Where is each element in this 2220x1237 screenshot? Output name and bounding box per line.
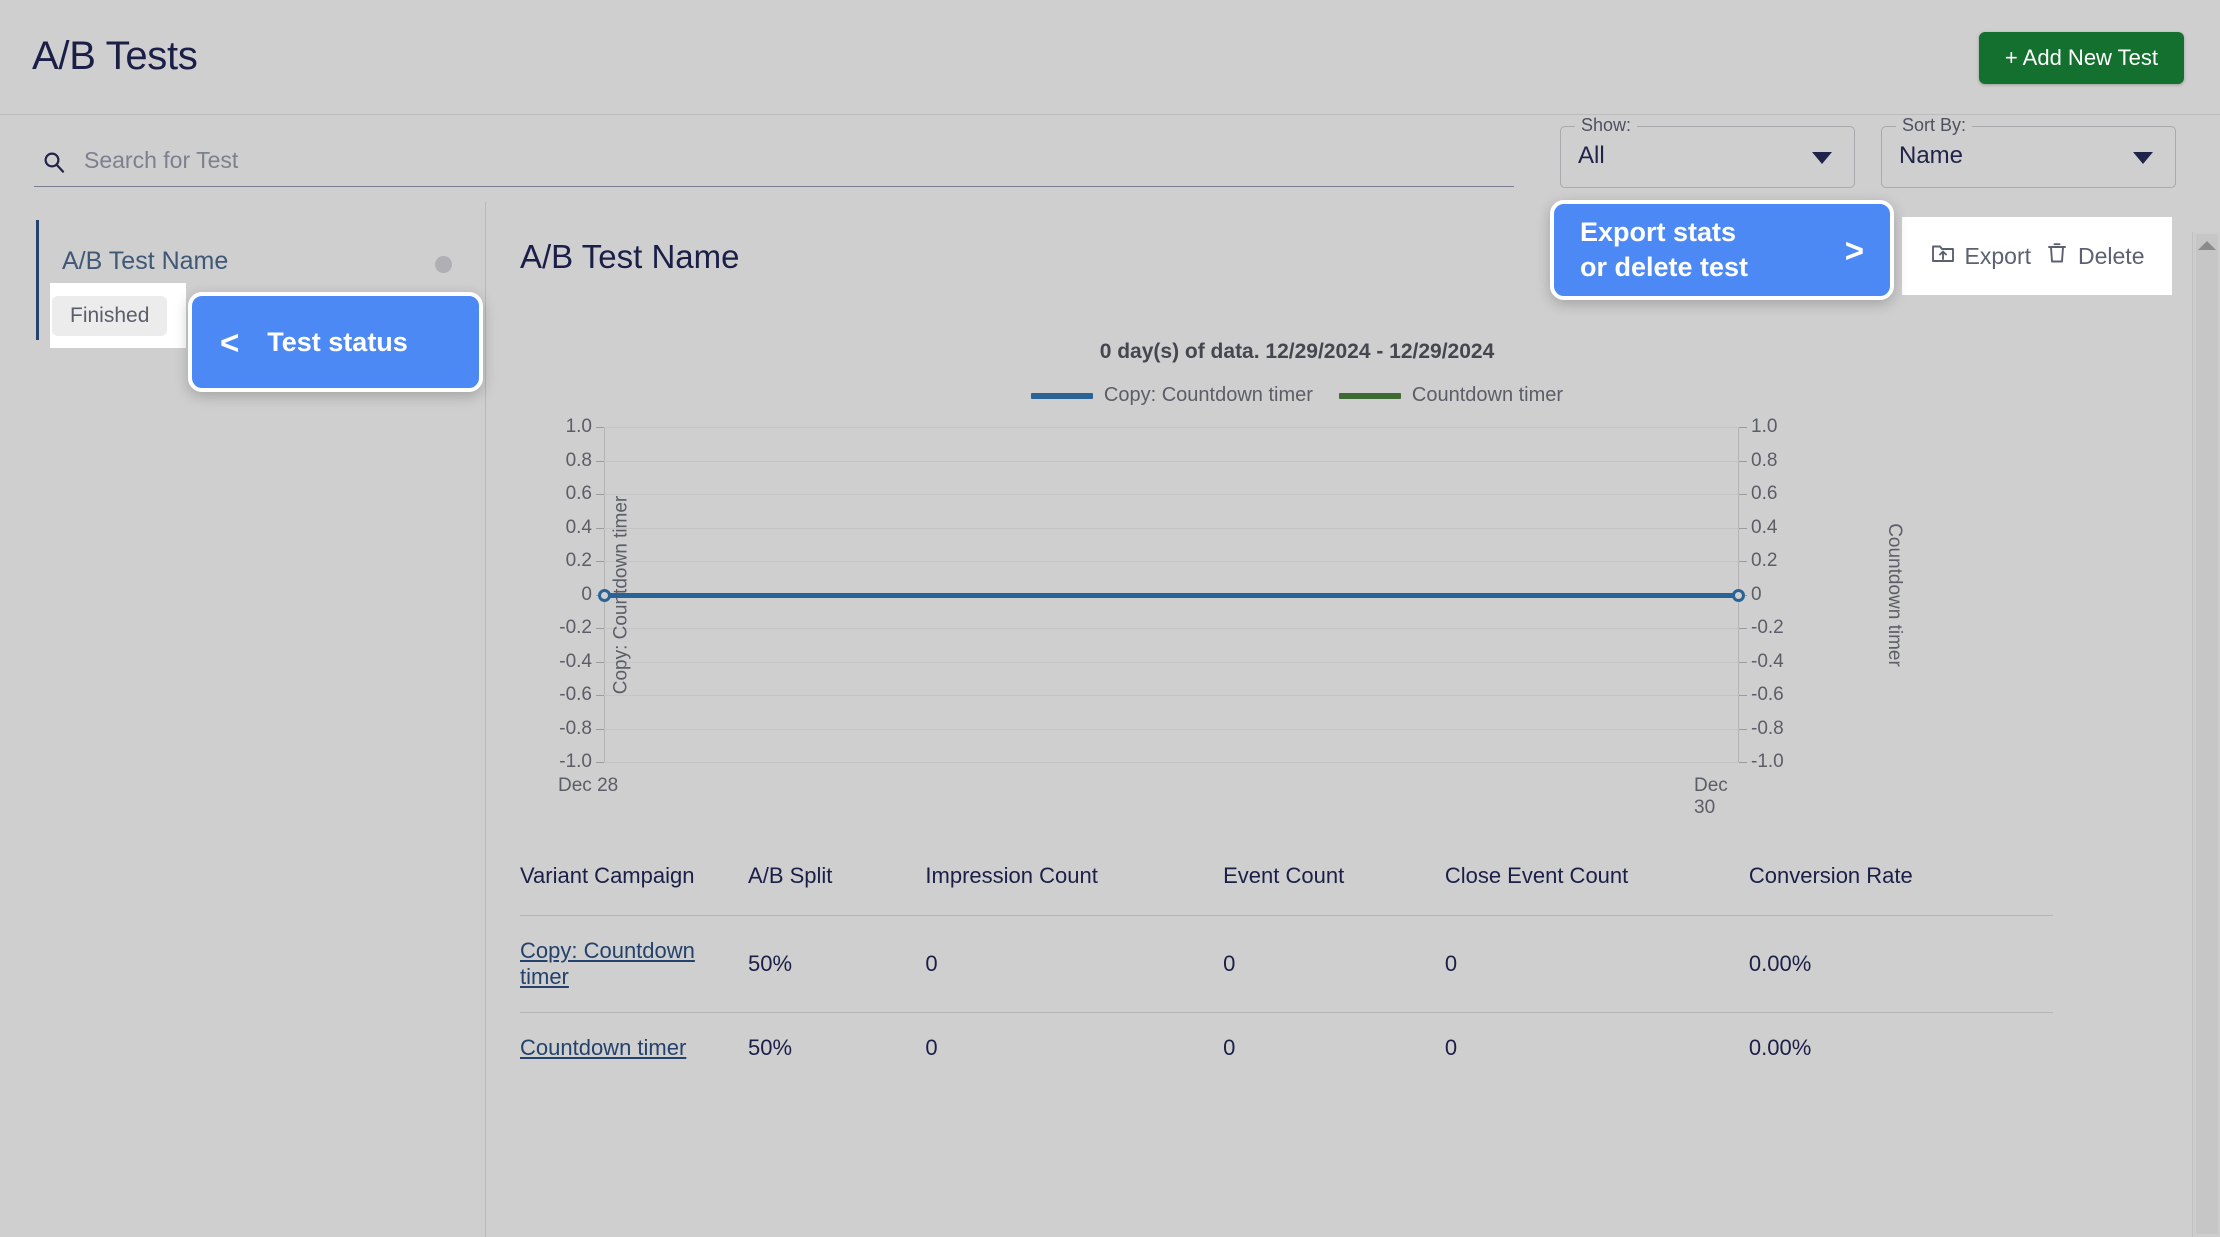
cell-split: 50%: [748, 915, 926, 1013]
test-actions-toolbar: Export Delete: [1902, 217, 2172, 295]
x-tick-label: Dec 28: [558, 775, 619, 796]
cell-close-events: 0: [1444, 1035, 1458, 1060]
filter-bar: Show: All Sort By: Name: [0, 115, 2220, 202]
y-tick-label-right: 0.2: [1751, 550, 1778, 571]
cell-split: 50%: [748, 1035, 793, 1060]
cell-impressions: 0: [925, 1035, 938, 1060]
chevron-right-icon: >: [1844, 231, 1864, 269]
search-icon: [43, 151, 65, 173]
legend-swatch-green: [1338, 392, 1401, 399]
y-tick-label: 1.0: [565, 416, 592, 437]
legend-swatch-blue: [1030, 392, 1093, 399]
column-header-variant: Variant Campaign: [520, 857, 749, 916]
y-tick-label-right: -1.0: [1751, 751, 1784, 772]
variant-link[interactable]: Copy: Countdown timer: [520, 938, 695, 989]
page-title: A/B Tests: [32, 34, 198, 78]
series-line-blue: [604, 592, 1739, 598]
data-point: [1732, 588, 1745, 602]
stats-chart: 0 day(s) of data. 12/29/2024 - 12/29/202…: [487, 322, 2107, 862]
table-row: Copy: Countdown timer 50% 0 0 0 0.00%: [520, 915, 2053, 1013]
table-row: Countdown timer 50% 0 0 0 0.00%: [520, 1013, 2053, 1084]
sort-by-label: Sort By:: [1896, 115, 1973, 136]
delete-button[interactable]: Delete: [2045, 240, 2144, 272]
status-dot-icon: [435, 256, 452, 273]
y-tick-label: 0.2: [565, 550, 592, 571]
chevron-left-icon: <: [220, 323, 240, 361]
sidebar-item-label: A/B Test Name: [62, 247, 229, 275]
legend-item[interactable]: Countdown timer: [1338, 384, 1564, 407]
export-label: Export: [1964, 242, 2031, 269]
y-tick-label-right: 0.4: [1751, 516, 1778, 538]
y-tick-label: 0.6: [565, 483, 592, 504]
cell-impressions: 0: [925, 915, 1224, 1013]
legend-label: Copy: Countdown timer: [1103, 384, 1313, 406]
tour-callout-text: Export stats or delete test: [1580, 217, 1749, 282]
export-button[interactable]: Export: [1930, 240, 2031, 272]
legend-item[interactable]: Copy: Countdown timer: [1030, 384, 1313, 407]
y-tick-label-right: 0: [1751, 583, 1762, 605]
folder-upload-icon: [1930, 240, 1956, 272]
ab-tests-page: A/B Tests + Add New Test Show: All Sort …: [0, 0, 2220, 1237]
search-field[interactable]: [34, 135, 1514, 187]
chevron-down-icon[interactable]: [2133, 152, 2153, 164]
data-point: [598, 588, 611, 602]
y-tick-label: -0.8: [559, 717, 592, 739]
chart-title: 0 day(s) of data. 12/29/2024 - 12/29/202…: [1099, 340, 1495, 363]
scrollbar-thumb[interactable]: [2196, 234, 2218, 1234]
y-tick-label-right: 0.6: [1751, 483, 1778, 504]
y-tick-label-right: -0.2: [1751, 617, 1784, 638]
y-tick-label-right: -0.4: [1751, 650, 1784, 672]
search-input[interactable]: [84, 140, 1484, 180]
variants-table: Variant Campaign A/B Split Impression Co…: [520, 857, 2053, 1083]
tour-callout-test-status[interactable]: < Test status: [188, 292, 483, 392]
y-tick-label: -1.0: [559, 751, 592, 772]
cell-events: 0: [1223, 1035, 1236, 1060]
cell-conversion: 0.00%: [1748, 1035, 1812, 1060]
y-tick-label-right: 1.0: [1751, 416, 1778, 437]
y-tick-label: -0.4: [559, 650, 592, 672]
sort-by-value: Name: [1899, 142, 1964, 169]
tour-callout-text: Test status: [267, 326, 408, 357]
column-header-conversion: Conversion Rate: [1748, 857, 2053, 916]
y-tick-label-right: 0.8: [1751, 449, 1778, 471]
detail-title: A/B Test Name: [520, 238, 740, 275]
y-tick-label: -0.6: [559, 684, 592, 705]
sort-by-select[interactable]: Sort By: Name: [1881, 115, 2176, 188]
y-tick-label-right: -0.6: [1751, 684, 1784, 705]
trash-icon: [2045, 240, 2069, 272]
variant-link[interactable]: Countdown timer: [520, 1035, 686, 1060]
y-tick-label: 0: [581, 583, 592, 605]
vertical-scrollbar[interactable]: [2192, 232, 2220, 1237]
y-tick-label: -0.2: [559, 617, 592, 638]
tour-callout-export-delete[interactable]: Export stats or delete test >: [1550, 200, 1894, 300]
column-header-events: Event Count: [1223, 857, 1445, 916]
cell-close-events: 0: [1444, 915, 1749, 1013]
y-axis-label-right: Countdown timer: [1883, 522, 1905, 667]
cell-events: 0: [1223, 915, 1445, 1013]
show-filter-label: Show:: [1575, 115, 1638, 136]
y-tick-label: 0.8: [565, 449, 592, 471]
column-header-split: A/B Split: [748, 857, 926, 916]
y-tick-label: 0.4: [565, 516, 592, 538]
plot-area: 1.0 0.8 0.6 0.4 0.2 0 -0.2 -0.4 -0.6 -0.…: [558, 416, 1905, 818]
cell-conversion: 0.00%: [1748, 915, 2053, 1013]
x-tick-label: Dec 30: [1694, 775, 1728, 818]
delete-label: Delete: [2078, 242, 2145, 269]
show-filter-value: All: [1578, 142, 1605, 169]
chart-legend: Copy: Countdown timer Countdown timer: [487, 384, 2107, 407]
legend-label: Countdown timer: [1411, 384, 1564, 406]
page-header: A/B Tests + Add New Test: [0, 0, 2220, 115]
table-header-row: Variant Campaign A/B Split Impression Co…: [520, 857, 2053, 916]
show-filter-select[interactable]: Show: All: [1560, 115, 1855, 188]
add-new-test-button[interactable]: + Add New Test: [1978, 32, 2184, 84]
scroll-up-arrow-icon[interactable]: [2197, 241, 2216, 250]
status-badge: Finished: [52, 296, 168, 336]
chevron-down-icon[interactable]: [1812, 152, 1832, 164]
column-header-impressions: Impression Count: [925, 857, 1224, 916]
test-detail-panel: A/B Test Name 0 day(s) of data. 12/29/20…: [487, 202, 2137, 1237]
y-tick-label-right: -0.8: [1751, 717, 1784, 739]
column-header-close-events: Close Event Count: [1444, 857, 1749, 916]
